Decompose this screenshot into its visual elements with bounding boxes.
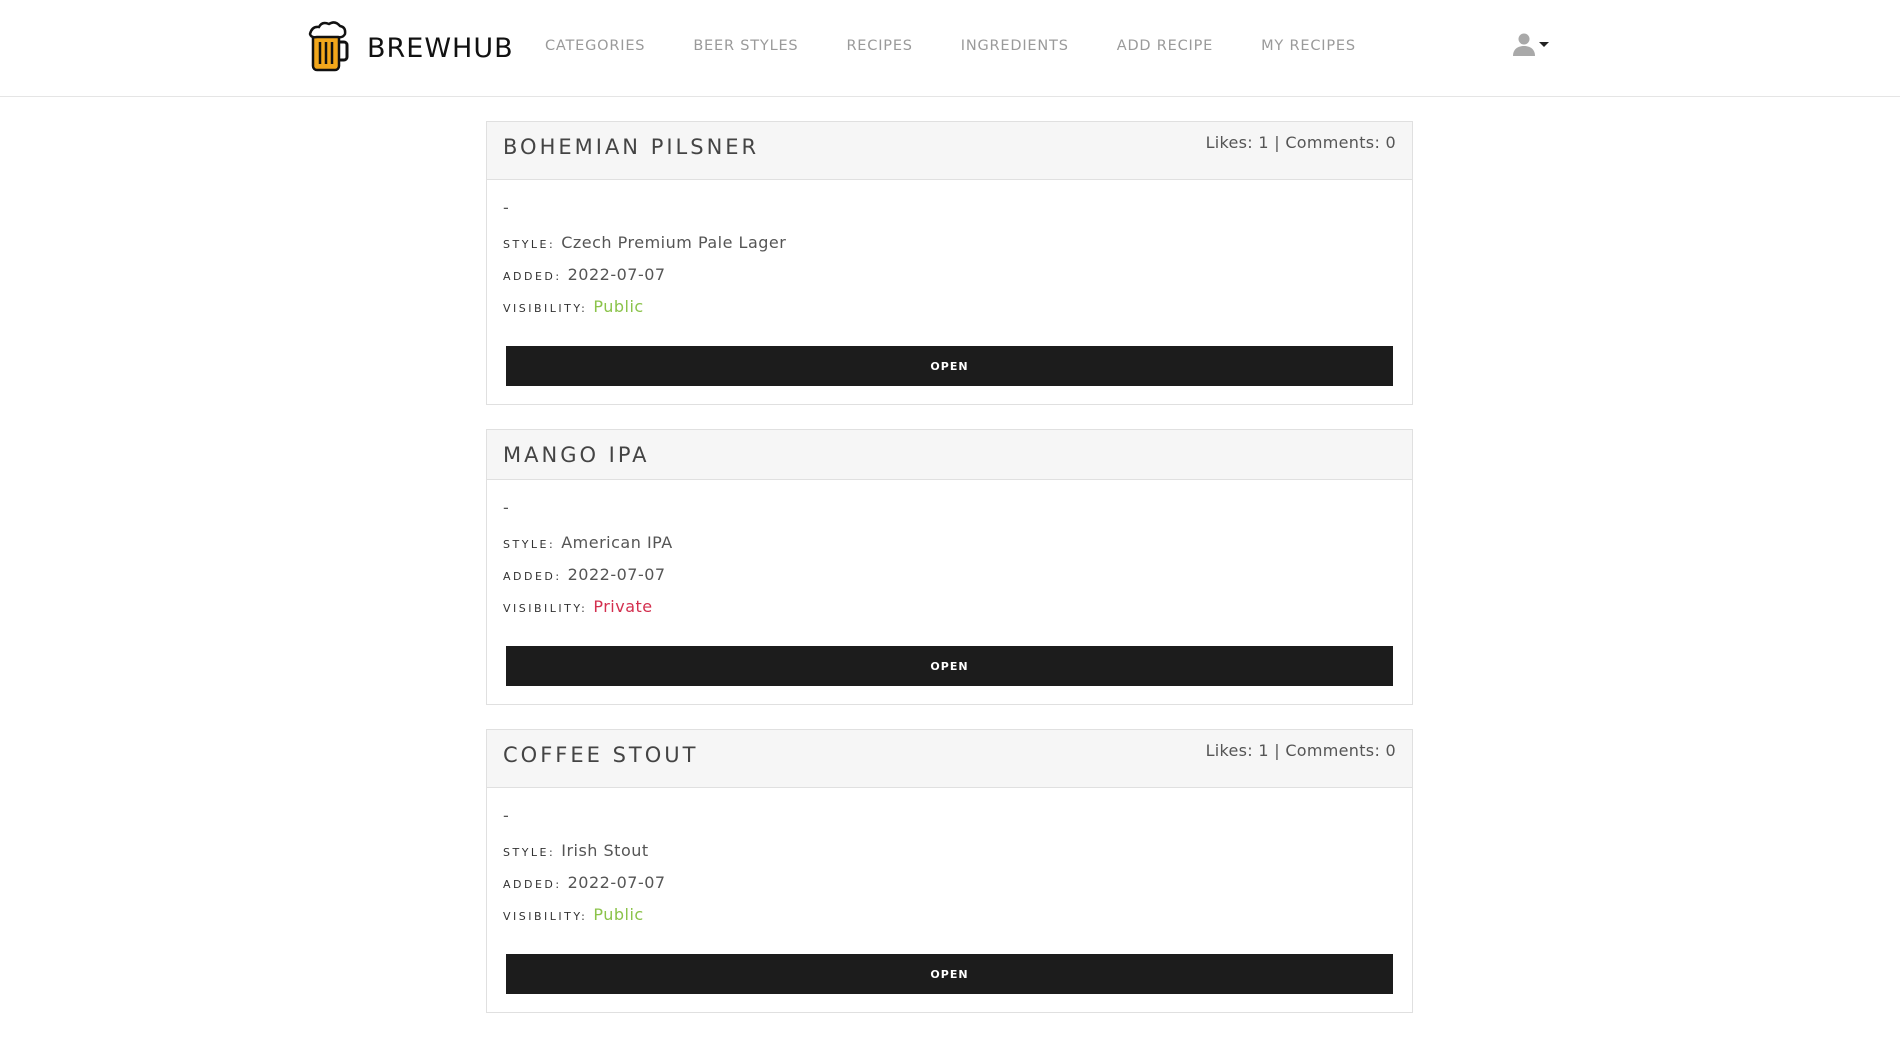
recipe-visibility-row: VISIBILITY: Private	[503, 597, 1396, 616]
added-label: ADDED:	[503, 570, 562, 583]
recipe-added-date: 2022-07-07	[567, 873, 666, 892]
style-label: STYLE:	[503, 846, 556, 859]
visibility-label: VISIBILITY:	[503, 910, 588, 923]
recipe-card-body: - STYLE: Irish Stout ADDED: 2022-07-07 V…	[487, 788, 1412, 1012]
recipe-card: MANGO IPA - STYLE: American IPA ADDED: 2…	[486, 429, 1413, 705]
recipe-added-row: ADDED: 2022-07-07	[503, 873, 1396, 892]
recipe-style: American IPA	[561, 533, 673, 552]
recipe-style-row: STYLE: Czech Premium Pale Lager	[503, 233, 1396, 252]
style-label: STYLE:	[503, 538, 556, 551]
added-label: ADDED:	[503, 878, 562, 891]
recipe-card-header: COFFEE STOUT Likes: 1 | Comments: 0	[487, 730, 1412, 788]
user-menu-dropdown[interactable]	[1512, 32, 1549, 60]
open-recipe-button[interactable]: OPEN	[506, 646, 1393, 686]
recipe-description: -	[503, 198, 509, 217]
recipe-card: BOHEMIAN PILSNER Likes: 1 | Comments: 0 …	[486, 121, 1413, 405]
nav-item-add-recipe[interactable]: ADD RECIPE	[1117, 38, 1213, 54]
nav-item-recipes[interactable]: RECIPES	[846, 38, 912, 54]
user-icon	[1512, 32, 1536, 60]
visibility-label: VISIBILITY:	[503, 602, 588, 615]
added-label: ADDED:	[503, 270, 562, 283]
recipe-added-date: 2022-07-07	[567, 265, 666, 284]
recipe-description: -	[503, 498, 509, 517]
recipe-visibility-row: VISIBILITY: Public	[503, 905, 1396, 924]
brand-name: BREWHUB	[367, 32, 514, 64]
recipe-added-row: ADDED: 2022-07-07	[503, 565, 1396, 584]
recipe-visibility-row: VISIBILITY: Public	[503, 297, 1396, 316]
recipe-card: COFFEE STOUT Likes: 1 | Comments: 0 - ST…	[486, 729, 1413, 1013]
nav-item-beer-styles[interactable]: BEER STYLES	[693, 38, 798, 54]
nav-item-categories[interactable]: CATEGORIES	[545, 38, 645, 54]
recipe-style-row: STYLE: Irish Stout	[503, 841, 1396, 860]
recipe-title: MANGO IPA	[503, 443, 650, 467]
top-navbar: BREWHUB CATEGORIES BEER STYLES RECIPES I…	[0, 0, 1900, 97]
caret-down-icon	[1539, 41, 1549, 47]
recipe-description: -	[503, 806, 509, 825]
recipe-stats: Likes: 1 | Comments: 0	[1205, 741, 1396, 760]
nav-item-ingredients[interactable]: INGREDIENTS	[961, 38, 1069, 54]
visibility-label: VISIBILITY:	[503, 302, 588, 315]
open-recipe-button[interactable]: OPEN	[506, 346, 1393, 386]
recipe-added-date: 2022-07-07	[567, 565, 666, 584]
style-label: STYLE:	[503, 238, 556, 251]
recipe-stats: Likes: 1 | Comments: 0	[1205, 133, 1396, 152]
visibility-badge: Private	[593, 597, 653, 616]
recipe-style: Czech Premium Pale Lager	[561, 233, 787, 252]
open-recipe-button[interactable]: OPEN	[506, 954, 1393, 994]
recipe-card-body: - STYLE: Czech Premium Pale Lager ADDED:…	[487, 180, 1412, 404]
visibility-badge: Public	[593, 905, 644, 924]
main-nav: CATEGORIES BEER STYLES RECIPES INGREDIEN…	[545, 38, 1404, 54]
visibility-badge: Public	[593, 297, 644, 316]
recipe-card-header: MANGO IPA	[487, 430, 1412, 480]
brand-logo-link[interactable]: BREWHUB	[305, 20, 514, 76]
beer-mug-icon	[305, 20, 349, 76]
recipe-card-header: BOHEMIAN PILSNER Likes: 1 | Comments: 0	[487, 122, 1412, 180]
recipe-card-body: - STYLE: American IPA ADDED: 2022-07-07 …	[487, 480, 1412, 704]
recipe-added-row: ADDED: 2022-07-07	[503, 265, 1396, 284]
nav-item-my-recipes[interactable]: MY RECIPES	[1261, 38, 1356, 54]
recipe-style-row: STYLE: American IPA	[503, 533, 1396, 552]
recipe-list: BOHEMIAN PILSNER Likes: 1 | Comments: 0 …	[486, 121, 1413, 1037]
recipe-style: Irish Stout	[561, 841, 649, 860]
